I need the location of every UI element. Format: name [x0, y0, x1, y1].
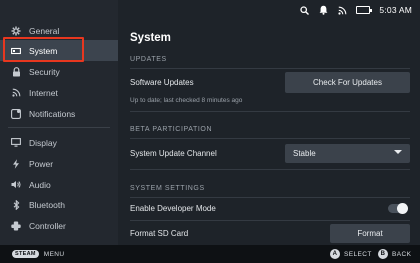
- sidebar-item-notifications[interactable]: Notifications: [0, 103, 118, 124]
- sidebar-item-audio[interactable]: Audio: [0, 174, 118, 195]
- check-for-updates-button[interactable]: Check For Updates: [285, 72, 410, 93]
- select-hint-label: SELECT: [344, 250, 372, 258]
- chevron-down-icon: [394, 150, 402, 154]
- divider: [130, 220, 410, 221]
- page-title: System: [130, 32, 171, 44]
- system-icon: [11, 46, 21, 56]
- divider: [130, 138, 410, 139]
- divider: [130, 111, 410, 112]
- status-bar: 5:03 AM: [299, 2, 412, 18]
- sidebar-item-label: Display: [29, 137, 57, 148]
- sidebar-item-general[interactable]: General: [0, 20, 118, 41]
- format-button[interactable]: Format: [330, 224, 410, 243]
- update-channel-dropdown[interactable]: Stable: [285, 144, 410, 163]
- update-channel-value: Stable: [293, 149, 316, 158]
- sidebar-item-label: General: [29, 25, 60, 36]
- developer-mode-toggle[interactable]: [388, 203, 408, 214]
- sidebar-item-label: System: [29, 45, 58, 56]
- sidebar-item-system[interactable]: System: [0, 40, 118, 61]
- steam-button[interactable]: STEAM: [12, 250, 39, 258]
- section-updates-heading: UPDATES: [130, 56, 167, 63]
- sidebar-item-power[interactable]: Power: [0, 153, 118, 174]
- wifi-icon: [11, 88, 21, 98]
- lock-icon: [11, 66, 21, 77]
- divider: [130, 68, 410, 69]
- notifications-icon: [11, 108, 21, 119]
- select-hint[interactable]: A SELECT: [330, 249, 372, 259]
- toggle-knob: [397, 203, 408, 214]
- menu-hint-label: MENU: [43, 250, 65, 258]
- sidebar-item-label: Notifications: [29, 108, 76, 119]
- system-update-channel-label: System Update Channel: [130, 149, 217, 158]
- display-icon: [11, 138, 21, 148]
- settings-sidebar: General System Security Internet Notific…: [0, 0, 118, 245]
- sidebar-item-label: Power: [29, 158, 54, 169]
- b-button-icon: B: [378, 249, 388, 259]
- sidebar-item-label: Audio: [29, 179, 51, 190]
- update-status-text: Up to date; last checked 8 minutes ago: [130, 97, 243, 104]
- controller-icon: [11, 221, 21, 231]
- gear-icon: [11, 26, 21, 36]
- format-sd-card-label: Format SD Card: [130, 229, 189, 238]
- bottom-hint-bar: STEAM MENU A SELECT B BACK: [0, 245, 420, 263]
- power-icon: [11, 158, 21, 169]
- sidebar-item-label: Security: [29, 66, 60, 77]
- sidebar-item-security[interactable]: Security: [0, 61, 118, 82]
- wifi-icon[interactable]: [337, 5, 347, 15]
- software-updates-label: Software Updates: [130, 78, 194, 87]
- search-icon[interactable]: [299, 5, 309, 15]
- section-system-settings-heading: SYSTEM SETTINGS: [130, 185, 205, 192]
- back-hint[interactable]: B BACK: [378, 249, 411, 259]
- back-hint-label: BACK: [392, 250, 412, 258]
- settings-main-panel: 5:03 AM System UPDATES Software Updates …: [118, 0, 420, 245]
- bell-icon[interactable]: [318, 5, 328, 15]
- sidebar-item-label: Bluetooth: [29, 199, 65, 210]
- sidebar-item-controller[interactable]: Controller: [0, 215, 118, 236]
- divider: [130, 197, 410, 198]
- bluetooth-icon: [11, 199, 21, 210]
- a-button-icon: A: [330, 249, 340, 259]
- sidebar-item-display[interactable]: Display: [0, 132, 118, 153]
- sidebar-item-label: Internet: [29, 87, 58, 98]
- speaker-icon: [11, 180, 21, 190]
- sidebar-item-bluetooth[interactable]: Bluetooth: [0, 194, 118, 215]
- section-beta-heading: BETA PARTICIPATION: [130, 126, 213, 133]
- sidebar-divider: [8, 127, 110, 128]
- sidebar-item-internet[interactable]: Internet: [0, 82, 118, 103]
- clock: 5:03 AM: [379, 5, 412, 15]
- developer-mode-label: Enable Developer Mode: [130, 204, 216, 213]
- battery-icon[interactable]: [356, 6, 373, 14]
- divider: [130, 169, 410, 170]
- sidebar-item-label: Controller: [29, 220, 66, 231]
